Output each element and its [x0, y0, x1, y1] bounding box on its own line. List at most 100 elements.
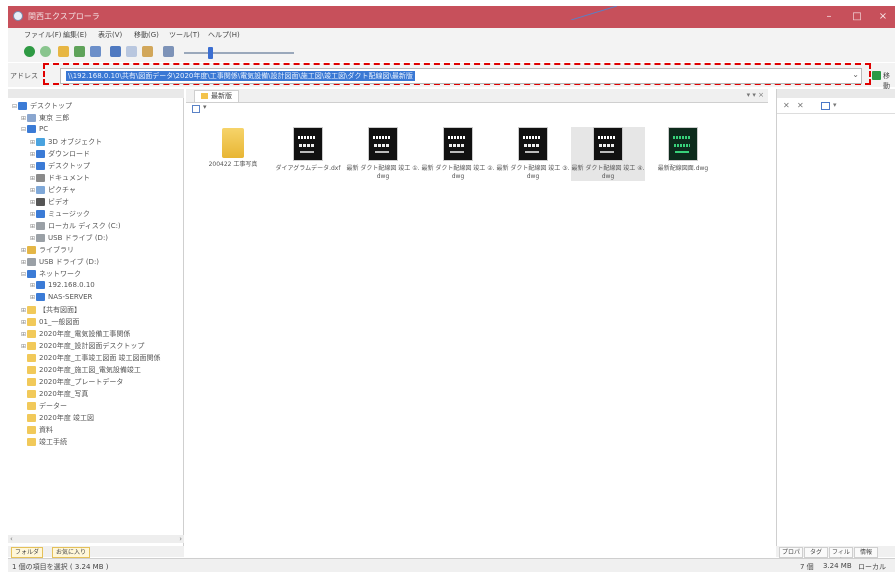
tree-item[interactable]: ⊞ USB ドライブ (D:): [21, 257, 99, 269]
tree-item[interactable]: ⊞ 01_一般図面: [21, 317, 79, 329]
tree-item[interactable]: ⊞ ライブラリ: [21, 245, 74, 257]
tree-item[interactable]: ⊞ 192.168.0.10: [30, 281, 95, 293]
tree-item[interactable]: ⊞ ミュージック: [30, 209, 90, 221]
tab-properties[interactable]: プロパティ: [779, 547, 803, 565]
tree-item[interactable]: 2020年度 竣工図: [21, 413, 94, 425]
tab-folders[interactable]: フォルダ: [11, 547, 44, 558]
tab-filter[interactable]: フィルタ: [829, 547, 853, 565]
tree-item[interactable]: ⊞ ローカル ディスク (C:): [30, 221, 121, 233]
tree-item-label: 竣工手続: [39, 438, 67, 446]
go-button[interactable]: 移動: [883, 71, 895, 91]
file-item[interactable]: 最新配線図面.dwg: [646, 127, 720, 173]
preview-icon[interactable]: [821, 102, 830, 110]
menu-file[interactable]: ファイル(F): [24, 30, 62, 40]
address-path[interactable]: \\192.168.0.10\共有\図面データ\2020年度\工事関係\電気設備…: [66, 71, 415, 81]
tree-item[interactable]: ⊞ ビデオ: [30, 197, 69, 209]
tab-favorites[interactable]: お気に入り: [52, 547, 91, 558]
tab-controls[interactable]: ▾ ▾ ×: [747, 91, 764, 99]
music-icon: [36, 210, 45, 218]
tree-item[interactable]: ⊞ ピクチャ: [30, 185, 76, 197]
home-icon[interactable]: [74, 46, 85, 57]
window-title: 関西エクスプローラ: [28, 12, 100, 21]
file-item[interactable]: ダイアグラムデータ.dxf: [271, 127, 345, 173]
tree-item[interactable]: ⊞ 2020年度_設計図面デスクトップ: [21, 341, 144, 353]
back-icon[interactable]: [24, 46, 35, 57]
address-input[interactable]: \\192.168.0.10\共有\図面データ\2020年度\工事関係\電気設備…: [60, 68, 862, 84]
copy-icon[interactable]: [110, 46, 121, 57]
tree-item-label: USB ドライブ (D:): [39, 258, 100, 266]
right-tab-strip: プロパティ タグ フィルタ 情報: [776, 546, 895, 565]
menu-tools[interactable]: ツール(T): [169, 30, 200, 40]
menu-view[interactable]: 表示(V): [98, 30, 122, 40]
delete-icon[interactable]: [142, 46, 153, 57]
file-item[interactable]: 最新 ダクト配線図 竣工 ④.dwg: [571, 127, 645, 181]
library-icon: [27, 246, 36, 254]
zoom-slider-thumb[interactable]: [208, 47, 213, 59]
chevron-down-icon[interactable]: ⌄: [852, 70, 859, 79]
tree-item[interactable]: ⊞ 3D オブジェクト: [30, 137, 102, 149]
tree-item[interactable]: ⊞ ドキュメント: [30, 173, 90, 185]
tab-tags[interactable]: タグ: [804, 547, 828, 558]
chevron-down-icon[interactable]: ▾: [833, 101, 837, 109]
folder-item[interactable]: 200422 工事写真: [196, 127, 270, 169]
usb-drive-icon: [36, 234, 45, 242]
view-icon[interactable]: [192, 105, 200, 113]
network-icon: [27, 270, 36, 278]
tree-item[interactable]: ⊞ USB ドライブ (D:): [30, 233, 108, 245]
file-name: ダイアグラムデータ.dxf: [275, 165, 341, 172]
close-all-icon[interactable]: ✕: [797, 101, 804, 110]
file-item[interactable]: 最新 ダクト配線図 竣工 ③.dwg: [496, 127, 570, 181]
close-button[interactable]: ×: [872, 9, 894, 25]
tree-item-label: ミュージック: [48, 210, 90, 218]
tree-item[interactable]: ⊟ デスクトップ: [12, 101, 72, 113]
address-label: アドレス: [10, 72, 38, 80]
tree-item[interactable]: ⊞ ダウンロード: [30, 149, 90, 161]
menu-edit[interactable]: 編集(E): [63, 30, 87, 40]
toolbar: [8, 42, 895, 62]
tree-pane-header: [8, 89, 184, 98]
up-folder-icon[interactable]: [58, 46, 69, 57]
app-window: 関西エクスプローラ – □ × ファイル(F) 編集(E) 表示(V) 移動(G…: [8, 6, 895, 572]
file-item[interactable]: 最新 ダクト配線図 竣工 ①.dwg: [346, 127, 420, 181]
tree-item[interactable]: 2020年度_写真: [21, 389, 88, 401]
menu-help[interactable]: ヘルプ(H): [208, 30, 240, 40]
horizontal-scrollbar[interactable]: ‹ ›: [8, 535, 184, 543]
tree-item[interactable]: ⊞ 2020年度_電気設備工事関係: [21, 329, 130, 341]
tree-item[interactable]: ⊟ PC: [21, 125, 48, 137]
tree-item-label: デスクトップ: [30, 102, 72, 110]
maximize-button[interactable]: □: [846, 9, 868, 25]
tree-item[interactable]: 2020年度_プレートデータ: [21, 377, 123, 389]
tree-item-label: ネットワーク: [39, 270, 81, 278]
zoom-slider-track[interactable]: [184, 52, 294, 54]
paste-icon[interactable]: [126, 46, 137, 57]
tree-item[interactable]: 2020年度_施工図_電気設備竣工: [21, 365, 141, 377]
tree-item[interactable]: ⊞ 東京 三郎: [21, 113, 69, 125]
folder-icon: [201, 93, 208, 99]
go-icon[interactable]: [872, 71, 881, 80]
refresh-icon[interactable]: [90, 46, 101, 57]
file-item[interactable]: 最新 ダクト配線図 竣工 ②.dwg: [421, 127, 495, 181]
tab-info[interactable]: 情報: [854, 547, 878, 558]
desktop-icon: [18, 102, 27, 110]
file-name: 最新 ダクト配線図 竣工 ③.dwg: [496, 165, 570, 180]
title-bar[interactable]: 関西エクスプローラ – □ ×: [8, 6, 895, 28]
tree-item[interactable]: 資料: [21, 425, 53, 437]
tree-item[interactable]: ⊞ デスクトップ: [30, 161, 90, 173]
minimize-button[interactable]: –: [818, 9, 840, 25]
scroll-right-icon[interactable]: ›: [179, 535, 182, 543]
menu-go[interactable]: 移動(G): [134, 30, 159, 40]
forward-icon[interactable]: [40, 46, 51, 57]
tab-current-folder[interactable]: 最新版: [194, 90, 239, 102]
left-tab-strip: フォルダ お気に入り: [8, 546, 184, 558]
close-icon[interactable]: ✕: [783, 101, 790, 110]
folder-icon: [27, 414, 36, 422]
tree-item[interactable]: ⊟ ネットワーク: [21, 269, 81, 281]
tree-item[interactable]: ⊞ NAS-SERVER: [30, 293, 92, 305]
chevron-down-icon[interactable]: ▾: [203, 103, 207, 111]
scroll-left-icon[interactable]: ‹: [10, 535, 13, 543]
view-mode-icon[interactable]: [163, 46, 174, 57]
tree-item[interactable]: ⊞ 【共有図面】: [21, 305, 81, 317]
tree-item[interactable]: 竣工手続: [21, 437, 67, 449]
tree-item[interactable]: データー: [21, 401, 67, 413]
tree-item[interactable]: 2020年度_工事竣工図面 竣工図面関係: [21, 353, 161, 365]
